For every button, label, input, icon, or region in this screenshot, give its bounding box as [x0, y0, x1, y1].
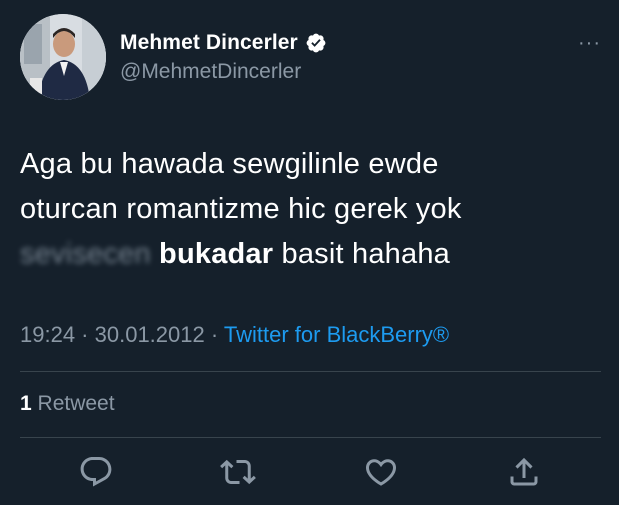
tweet-time[interactable]: 19:24	[20, 322, 75, 347]
like-icon[interactable]	[361, 452, 401, 492]
meta-separator-2: ·	[204, 322, 224, 347]
meta-separator-1: ·	[75, 322, 95, 347]
retweet-icon[interactable]	[218, 452, 258, 492]
tweet-date[interactable]: 30.01.2012	[95, 322, 205, 347]
retweet-count: 1	[20, 392, 32, 415]
blurred-word: sevisecen	[20, 238, 151, 270]
user-handle[interactable]: @MehmetDincerler	[120, 60, 327, 84]
tweet-line-1: Aga bu hawada sewgilinle ewde	[20, 148, 439, 180]
reply-icon[interactable]	[76, 452, 116, 492]
more-horizontal-icon[interactable]: ···	[578, 32, 601, 55]
bold-word: bukadar	[159, 238, 274, 270]
retweet-stats[interactable]: 1 Retweet	[20, 392, 115, 416]
tweet-line-3-rest: basit hahaha	[273, 238, 450, 270]
share-icon[interactable]	[504, 452, 544, 492]
action-bar	[20, 452, 601, 496]
tweet-line-3: sevisecen bukadar basit hahaha	[20, 232, 580, 277]
display-name[interactable]: Mehmet Dincerler	[120, 31, 298, 55]
tweet-source-link[interactable]: Twitter for BlackBerry®	[224, 322, 449, 347]
tweet-line-2: oturcan romantizme hic gerek yok	[20, 193, 462, 225]
avatar[interactable]	[20, 14, 106, 100]
retweet-label: Retweet	[31, 392, 115, 415]
profile-photo-icon	[20, 14, 106, 100]
verified-badge-icon	[305, 32, 327, 54]
tweet-text: Aga bu hawada sewgilinle ewde oturcan ro…	[20, 142, 580, 277]
tweet-meta: 19:24 · 30.01.2012 · Twitter for BlackBe…	[20, 322, 449, 348]
divider-top	[20, 371, 601, 372]
divider-bottom	[20, 437, 601, 438]
tweet-header: Mehmet Dincerler @MehmetDincerler ···	[20, 14, 601, 100]
